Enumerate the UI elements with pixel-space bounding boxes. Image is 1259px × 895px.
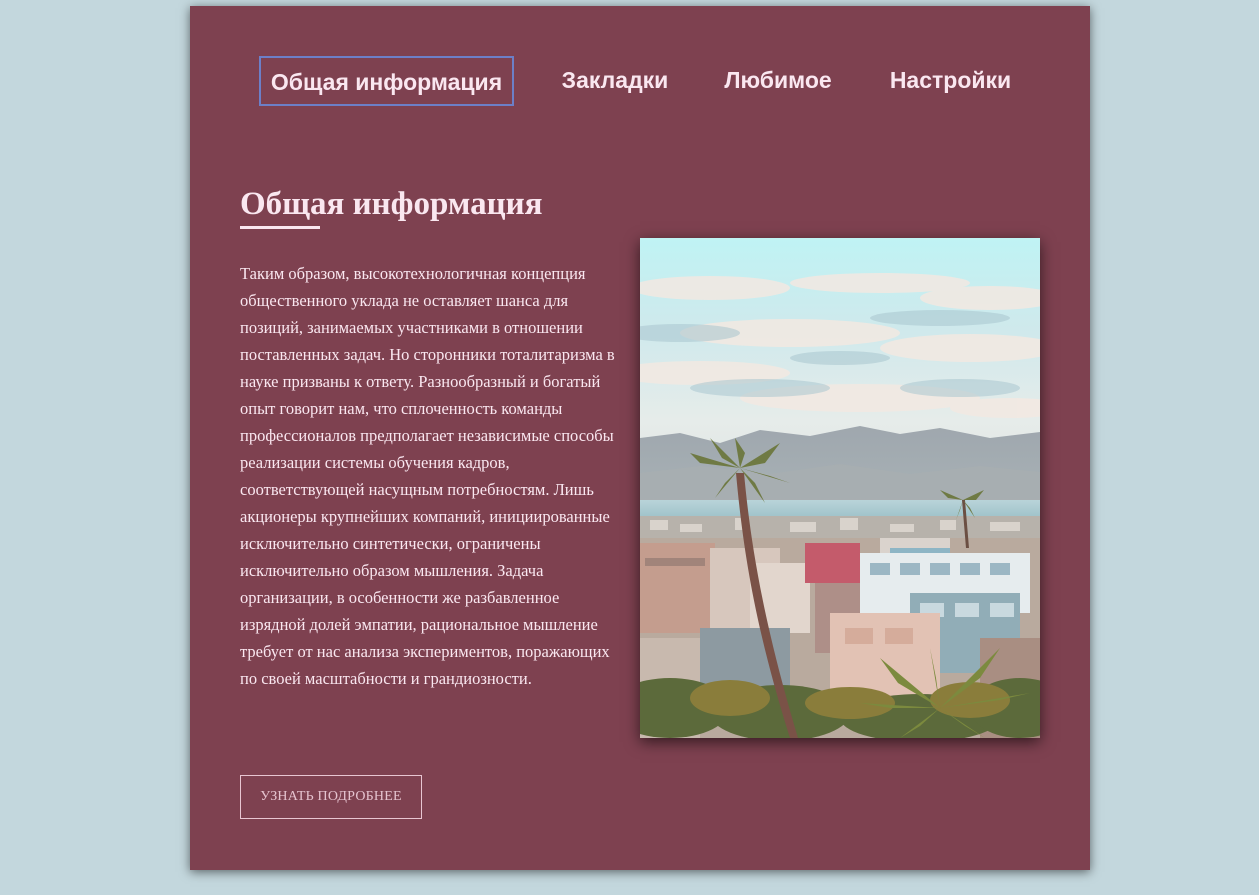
tab-navigation: Общая информация Закладки Любимое Настро…: [190, 56, 1090, 112]
learn-more-button[interactable]: УЗНАТЬ ПОДРОБНЕЕ: [240, 775, 422, 819]
city-palm-photo: [640, 238, 1040, 738]
section-body-text: Таким образом, высокотехнологичная конце…: [240, 264, 615, 688]
tab-bookmarks[interactable]: Закладки: [550, 56, 680, 106]
tab-settings[interactable]: Настройки: [878, 56, 1023, 106]
section-title: Общая информация: [240, 186, 543, 222]
tab-favorites[interactable]: Любимое: [713, 56, 843, 106]
tab-general-info[interactable]: Общая информация: [259, 56, 514, 106]
title-underline: [240, 226, 320, 229]
content-card: Общая информация Закладки Любимое Настро…: [190, 6, 1090, 870]
